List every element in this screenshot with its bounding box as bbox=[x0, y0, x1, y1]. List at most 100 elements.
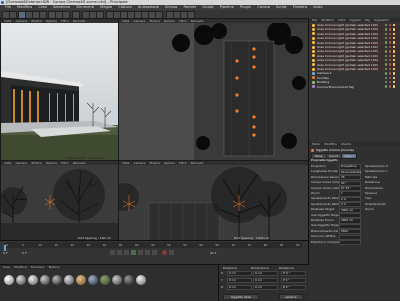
om-menu-objects[interactable]: Oggetti bbox=[349, 18, 360, 22]
material-swatch[interactable] bbox=[112, 275, 122, 285]
coord-pos-field[interactable]: 0 cm bbox=[227, 271, 252, 277]
coord-mode-dropdown[interactable]: Oggetto (Rel) bbox=[223, 294, 259, 300]
coord-size-field[interactable]: 0 cm bbox=[253, 278, 278, 284]
coord-pos-field[interactable]: 0 cm bbox=[227, 278, 252, 284]
app-icon bbox=[1, 1, 4, 4]
material-swatch[interactable] bbox=[16, 275, 26, 285]
prev-key-icon[interactable] bbox=[117, 250, 122, 255]
object-tags[interactable] bbox=[385, 67, 399, 71]
object-tags[interactable] bbox=[385, 81, 399, 84]
om-menu-tags[interactable]: Tag bbox=[365, 18, 370, 22]
attribute-section-title: Proprietà Oggetto bbox=[311, 158, 338, 162]
timeline-tick-label: 35 bbox=[118, 243, 123, 247]
attribute-secondary-label: Spostamento X bbox=[365, 164, 388, 168]
viewport-front[interactable]: Vista Camere Mostra Opzioni Filtro Panne… bbox=[0, 160, 120, 242]
viewport-perspective[interactable]: Vista Camere Mostra Opzioni Filtro Panne… bbox=[0, 18, 120, 162]
object-tags[interactable] bbox=[385, 23, 399, 27]
tab-object[interactable]: Object bbox=[341, 153, 357, 159]
attribute-value: 90 ° bbox=[341, 180, 347, 185]
om-menu-edit[interactable]: Modifica bbox=[321, 18, 334, 22]
material-swatch[interactable] bbox=[88, 275, 98, 285]
am-menu-edit[interactable]: Modifica bbox=[324, 142, 337, 146]
mm-menu-edit[interactable]: Modifica bbox=[14, 265, 27, 269]
om-menu-bookmarks[interactable]: Segnalibri bbox=[374, 18, 389, 22]
attribute-label: Usa Oggetto Target bbox=[311, 212, 340, 217]
material-swatch[interactable] bbox=[124, 275, 134, 285]
object-tags[interactable] bbox=[385, 45, 399, 49]
object-tags[interactable] bbox=[385, 37, 399, 40]
record-icon[interactable] bbox=[162, 250, 167, 255]
object-type-icon bbox=[312, 76, 315, 80]
next-frame-icon[interactable] bbox=[138, 250, 143, 255]
coord-axis-field: Z bbox=[221, 285, 224, 289]
mm-menu-create[interactable]: Crea bbox=[3, 265, 10, 269]
viewport-top[interactable]: Vista Camere Mostra Opzioni Filtro Panne… bbox=[118, 18, 310, 162]
object-tags[interactable] bbox=[385, 59, 399, 62]
viewport-right[interactable]: Vista Camere Mostra Opzioni Filtro Panne… bbox=[118, 160, 310, 242]
apply-button[interactable]: Applica bbox=[279, 294, 303, 300]
attribute-value: 2000 cm bbox=[341, 207, 354, 212]
go-to-start-icon[interactable] bbox=[110, 250, 115, 255]
om-menu-view[interactable]: Vista bbox=[338, 18, 345, 22]
material-swatch[interactable] bbox=[40, 275, 50, 285]
attribute-label: Zoom bbox=[311, 191, 320, 195]
object-row[interactable]: Corona Environment Tag bbox=[309, 85, 400, 89]
om-menu-file[interactable]: File bbox=[312, 18, 317, 22]
playback-controls bbox=[110, 250, 190, 256]
material-swatch[interactable] bbox=[52, 275, 62, 285]
am-menu-user[interactable]: Utente bbox=[341, 142, 351, 146]
material-swatch[interactable] bbox=[100, 275, 110, 285]
material-swatch[interactable] bbox=[76, 275, 86, 285]
timeline-tick-label: 55 bbox=[183, 243, 187, 247]
object-tags[interactable] bbox=[385, 41, 399, 44]
object-tags[interactable] bbox=[385, 63, 399, 66]
object-type-icon bbox=[312, 63, 315, 67]
timeline[interactable]: 0 5 10 15 20 25 30 35 40 45 50 55 60 65 70 75 80 85 90 0 F… bbox=[0, 240, 308, 265]
start-frame-field[interactable]: 0 F bbox=[22, 251, 27, 255]
attribute-label: Distanza Target bbox=[311, 207, 335, 212]
attribute-value: 1 bbox=[341, 191, 343, 196]
object-tags[interactable] bbox=[385, 32, 399, 36]
coord-size-field[interactable]: 0 cm bbox=[253, 285, 278, 291]
timeline-tick-label: 15 bbox=[54, 243, 58, 247]
timeline-tick-label: 25 bbox=[86, 243, 91, 247]
mm-menu-function[interactable]: Funzione bbox=[31, 265, 44, 269]
attribute-manager-menu: Modo Modifica Utente bbox=[309, 142, 400, 146]
render-preview bbox=[1, 23, 119, 161]
object-tags[interactable] bbox=[385, 28, 399, 31]
object-tags[interactable] bbox=[385, 50, 399, 53]
material-swatch[interactable] bbox=[136, 275, 146, 285]
coord-rot-field[interactable]: B 0 ° bbox=[281, 285, 306, 291]
object-tags[interactable] bbox=[385, 72, 399, 75]
am-menu-mode[interactable]: Modo bbox=[312, 142, 320, 146]
top-view-scene bbox=[119, 23, 309, 161]
prev-frame-icon[interactable] bbox=[124, 250, 129, 255]
go-to-end-icon[interactable] bbox=[152, 250, 157, 255]
object-tags[interactable] bbox=[385, 54, 399, 58]
coord-pos-field[interactable]: 0 cm bbox=[227, 285, 252, 291]
coord-rot-field[interactable]: P 0 ° bbox=[281, 278, 306, 284]
coord-rot-field[interactable]: H 0 ° bbox=[281, 271, 306, 277]
material-swatch[interactable] bbox=[64, 275, 74, 285]
end-frame-field[interactable]: 90 F bbox=[210, 251, 217, 255]
mm-menu-texture[interactable]: Texture bbox=[48, 265, 59, 269]
material-swatch[interactable] bbox=[4, 275, 14, 285]
material-swatch[interactable] bbox=[28, 275, 38, 285]
object-manager: File Modifica Vista Oggetti Tag Segnalib… bbox=[308, 18, 400, 142]
object-type-icon bbox=[312, 36, 315, 40]
next-key-icon[interactable] bbox=[145, 250, 150, 255]
timeline-tick-label: 75 bbox=[247, 243, 252, 247]
attribute-value: 67.38 ° bbox=[341, 185, 352, 190]
attribute-manager: Modo Modifica Utente Oggetto Corona [Cor… bbox=[308, 142, 400, 300]
coord-size-field[interactable]: 0 cm bbox=[253, 271, 278, 277]
autokey-icon[interactable] bbox=[169, 250, 174, 255]
play-icon[interactable] bbox=[131, 250, 136, 255]
attribute-value: 36 bbox=[341, 175, 345, 180]
timeline-tick-label: 70 bbox=[231, 243, 236, 247]
object-label: Corona Environment Tag bbox=[317, 84, 354, 89]
attribute-field[interactable] bbox=[339, 239, 361, 246]
current-frame-field[interactable]: 0 F bbox=[3, 251, 8, 255]
object-type-icon bbox=[312, 23, 315, 27]
object-tags[interactable] bbox=[385, 76, 399, 80]
object-tags[interactable] bbox=[385, 85, 399, 88]
